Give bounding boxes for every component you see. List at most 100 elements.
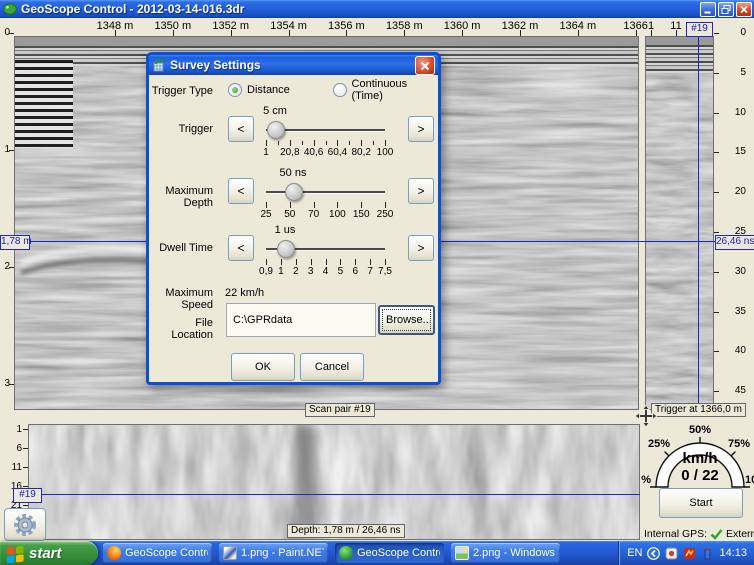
right-ruler-label: 35 — [720, 306, 746, 317]
right-ruler-tick — [714, 113, 719, 114]
radio-button[interactable] — [228, 83, 242, 97]
clock[interactable]: 14:13 — [719, 547, 747, 559]
system-tray: EN 14:13 — [618, 541, 754, 565]
dialog-title-bar[interactable]: Survey Settings — [149, 55, 438, 75]
dialog-close-icon — [419, 60, 431, 72]
dwell-time-slider[interactable]: 1 us 0,912345677,5 — [263, 222, 393, 280]
move-handle-icon[interactable] — [635, 405, 657, 427]
dwell-time-step-down-button[interactable]: < — [228, 235, 254, 261]
slider-tick — [361, 202, 362, 208]
browse-button-label: Browse... — [386, 314, 432, 326]
firefox-icon — [107, 546, 121, 560]
slider-tick — [340, 259, 341, 265]
slider-tick — [290, 140, 291, 146]
title-bar: GeoScope Control - 2012-03-14-016.3dr — [0, 0, 754, 18]
right-ruler-tick — [714, 33, 719, 34]
slider-tick — [314, 140, 315, 146]
scan-pair-texture — [646, 37, 713, 409]
right-ruler-tick — [714, 391, 719, 392]
depth-marker-left: 1,78 m — [0, 235, 30, 250]
slider-tick — [314, 202, 315, 208]
gps-check-icon — [710, 529, 723, 540]
right-ruler-label: 40 — [720, 345, 746, 356]
bottom-ruler-tick — [23, 448, 28, 449]
depth-marker-right: 26,46 ns — [715, 235, 754, 250]
trigger-slider-label: Trigger — [151, 123, 213, 135]
start-menu-button[interactable]: start — [0, 541, 98, 565]
taskbar-item[interactable]: GeoScope Control - M... — [103, 543, 212, 563]
slider-tick — [311, 259, 312, 265]
slider-minor-tick — [326, 141, 327, 145]
browse-button[interactable]: Browse... — [378, 305, 435, 335]
external-gps-label: External GPS: — [726, 528, 754, 540]
max-depth-step-down-button[interactable]: < — [228, 178, 254, 204]
dwell-time-step-up-button[interactable]: > — [408, 235, 434, 261]
top-ruler-tick — [346, 30, 347, 36]
paintnet-icon — [223, 546, 237, 560]
restore-icon — [720, 4, 732, 15]
radio-button[interactable] — [333, 83, 347, 97]
close-button[interactable] — [736, 2, 752, 17]
radio-option-continuous[interactable]: Continuous (Time) — [333, 83, 438, 97]
max-depth-step-up-button[interactable]: > — [408, 178, 434, 204]
gauge-label-min: % — [637, 474, 651, 486]
trigger-step-up-button[interactable]: > — [408, 116, 434, 142]
file-location-value: C:\GPRdata — [233, 314, 292, 326]
restore-button[interactable] — [718, 2, 734, 17]
trigger-position-line[interactable] — [698, 36, 699, 410]
start-survey-button[interactable]: Start — [659, 488, 743, 518]
dwell-time-slider-thumb[interactable] — [277, 240, 295, 258]
taskbar-item[interactable]: GeoScope Control - 2... — [335, 543, 444, 563]
trigger-slider[interactable]: 5 cm 120,840,660,480,2100 — [263, 103, 393, 161]
dialog-close-button[interactable] — [415, 56, 435, 75]
top-ruler-tick — [404, 30, 405, 36]
cancel-button[interactable]: Cancel — [300, 353, 364, 381]
top-ruler-tick — [578, 30, 579, 36]
hide-icons-chevron-icon[interactable] — [647, 547, 660, 560]
slider-tick — [370, 259, 371, 265]
settings-button[interactable] — [4, 508, 46, 541]
dwell-time-slider-label: Dwell Time — [151, 242, 213, 254]
tray-graphics-icon[interactable] — [683, 547, 696, 560]
taskbar-item[interactable]: 1.png - Paint.NET v3.... — [219, 543, 328, 563]
app-icon — [3, 2, 17, 16]
right-ruler-label: 0 — [720, 27, 746, 38]
top-ruler-tick — [289, 30, 290, 36]
slider-minor-tick — [278, 141, 279, 145]
slider-tick — [266, 140, 267, 146]
scan-history-marker-line[interactable] — [28, 494, 640, 495]
radio-option-distance[interactable]: Distance — [228, 83, 290, 97]
language-indicator[interactable]: EN — [627, 547, 642, 559]
max-speed-label: Maximum Speed — [151, 287, 213, 311]
tray-battery-icon[interactable] — [701, 547, 714, 560]
max-depth-slider[interactable]: 50 ns 255070100150250 — [263, 165, 393, 223]
right-ruler-label: 30 — [720, 266, 746, 277]
scan-pair-marker-top: #19 — [686, 22, 713, 37]
tray-device-icon[interactable] — [665, 547, 678, 560]
max-depth-slider-thumb[interactable] — [285, 183, 303, 201]
internal-gps-label: Internal GPS: — [644, 528, 707, 540]
right-ruler-label: 10 — [720, 107, 746, 118]
file-location-input[interactable]: C:\GPRdata — [226, 303, 376, 337]
minimize-icon — [702, 4, 714, 15]
taskbar-item[interactable]: 2.png - Windows Pict... — [451, 543, 560, 563]
minimize-button[interactable] — [700, 2, 716, 17]
dwell-time-slider-value: 1 us — [260, 224, 310, 236]
trigger-slider-thumb[interactable] — [267, 121, 285, 139]
max-depth-slider-track — [266, 191, 385, 194]
gauge-speed-value: 0 / 22 — [670, 467, 730, 484]
slider-tick — [355, 259, 356, 265]
right-ruler-tick — [714, 232, 719, 233]
slider-tick — [337, 202, 338, 208]
bottom-ruler-label: 1 — [0, 424, 22, 435]
scan-pair-label: Scan pair #19 — [305, 403, 375, 417]
right-ruler-label: 45 — [720, 385, 746, 396]
bottom-ruler-label: 11 — [0, 462, 22, 473]
scan-history-panel[interactable] — [28, 424, 640, 540]
taskbar-items: GeoScope Control - M... 1.png - Paint.NET… — [103, 543, 560, 563]
ok-button[interactable]: OK — [231, 353, 295, 381]
scan-pair-panel[interactable] — [645, 36, 714, 410]
taskbar-item-title: 1.png - Paint.NET v3.... — [241, 547, 324, 559]
trigger-step-down-button[interactable]: < — [228, 116, 254, 142]
top-ruler-tick — [462, 30, 463, 36]
